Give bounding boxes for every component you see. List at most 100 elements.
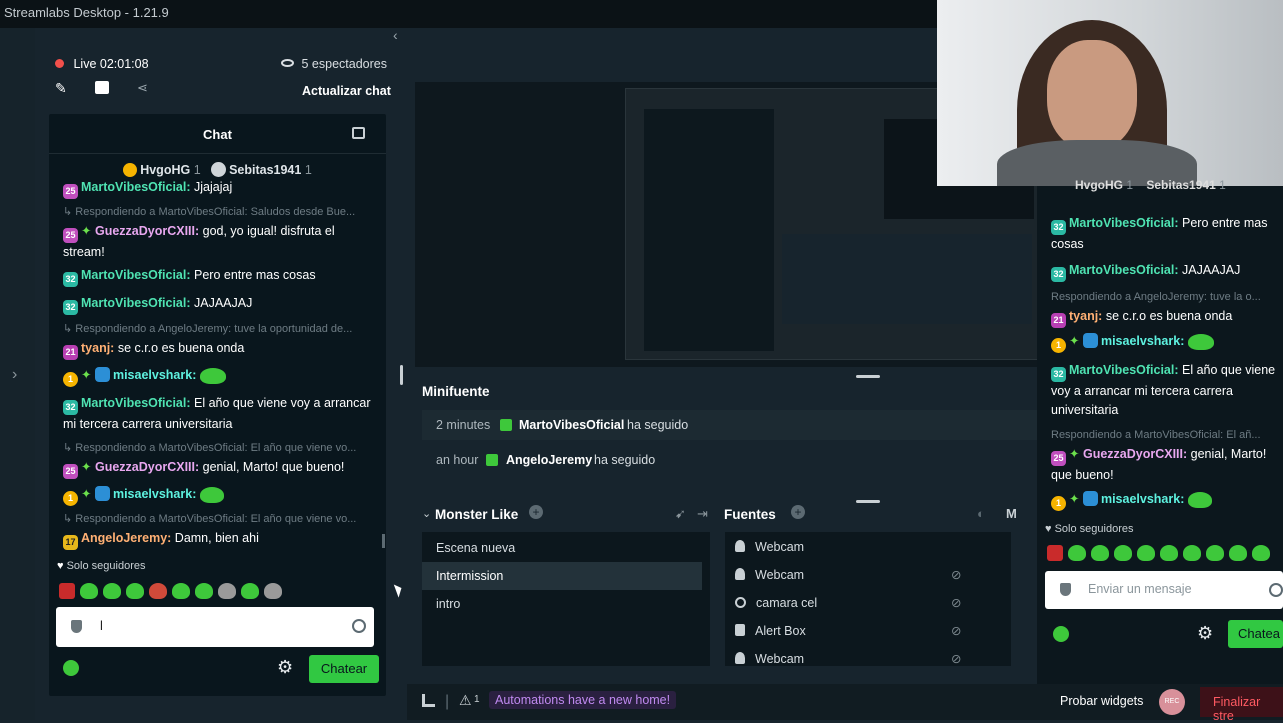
sparkle-badge-icon: ✦ [1069,492,1080,506]
reply-text: Respondiendo a MartoVibesOficial: El añ.… [1051,429,1261,441]
chat-scrollbar[interactable] [382,534,385,548]
overlay-top-users: HvgoHG 1 Sebitas1941 1 [1075,178,1283,192]
rank-silver-icon [211,162,227,177]
emote-icon [1091,544,1109,561]
reply-text: Respondiendo a MartoVibesOficial: El año… [75,442,357,454]
hidden-eye-icon[interactable]: ⊘ [951,623,961,638]
emote-icon[interactable] [149,582,167,599]
source-item[interactable]: Webcam ⊘ [725,562,1011,590]
reply-context: ↳ Respondiendo a AngeloJeremy: tuve la o… [63,323,353,335]
gold-badge-icon: 1 [63,491,78,506]
event-time: 2 minutes [436,418,491,432]
expand-arrow-icon[interactable]: › [12,366,17,384]
edit-pencil-icon[interactable]: ✎ [55,80,67,97]
source-label: Webcam [755,568,805,582]
chat-input-value[interactable]: l [100,618,103,633]
emote-icon[interactable] [172,582,190,599]
emote-icon [1137,544,1155,561]
webcam-source-icon [735,568,745,580]
emote-icon[interactable] [126,582,144,599]
pin-icon[interactable]: ➹ [675,506,686,522]
nested-chat-image [644,109,774,351]
gear-icon[interactable]: ⚙ [277,657,293,678]
source-label: Alert Box [755,624,806,638]
alert-triangle-icon[interactable]: ⚠ [459,692,472,709]
hidden-eye-icon[interactable]: ⊘ [951,651,961,666]
send-chat-button[interactable]: Chatear [309,655,379,683]
source-item[interactable]: camara cel ⊘ [725,590,1011,618]
end-stream-button[interactable]: Finalizar stre [1200,687,1283,723]
shield-icon[interactable] [71,620,82,633]
try-widgets-button[interactable]: Probar widgets [1060,694,1143,708]
chat-username: tyanj: [1069,309,1103,323]
emote-icon[interactable] [218,582,236,599]
chat-message: 1 ✦ misaelvshark: [63,366,373,387]
gift-icon[interactable] [352,127,365,139]
alert-count: 1 [474,694,480,705]
emote-icon[interactable] [59,582,75,599]
hidden-eye-icon[interactable]: ⊘ [951,595,961,610]
shield-icon [1060,583,1071,596]
chat-text: Pero entre mas cosas [190,268,316,282]
overlay-top-user-2-count: 1 [1219,178,1226,192]
gold-badge-icon: 1 [1051,338,1066,353]
share-icon[interactable]: ⋖ [137,80,148,96]
source-item[interactable]: Alert Box ⊘ [725,618,1011,646]
hidden-eye-icon[interactable]: ⊘ [951,567,961,582]
chat-message: 25 MartoVibesOficial: Jjajajaj [63,178,373,199]
top-user-1: HvgoHG [140,163,191,177]
emote-icon[interactable] [241,582,259,599]
emote-icon[interactable] [103,582,121,599]
scene-item-selected[interactable]: Intermission [422,562,702,590]
stats-icon[interactable] [422,694,435,707]
overlay-followers-only: ♥ Solo seguidores [1045,523,1133,535]
mini-feed: Minifuente 2 minutes MartoVibesOficial h… [415,379,1037,495]
subscriber-badge-icon: 25 [63,464,78,479]
subscriber-badge-icon: 25 [1051,451,1066,466]
emote-icon [1160,544,1178,561]
emote-icon[interactable] [80,582,98,599]
chat-header: Chat [49,114,386,154]
divider: | [445,693,450,710]
feed-event-row[interactable]: an hour AngeloJeremy ha seguido [422,445,1037,475]
person-face [1047,40,1137,150]
scene-collection-title[interactable]: Monster Like [435,507,518,522]
emote-icon[interactable] [195,582,213,599]
transition-icon[interactable]: ⇥ [697,506,708,522]
record-button[interactable]: REC [1159,689,1185,715]
overlay-top-user-1-count: 1 [1126,178,1134,192]
add-scene-icon[interactable]: + [529,505,543,519]
subscriber-badge-icon: 32 [1051,220,1066,235]
overlay-top-user-2: Sebitas1941 [1146,178,1216,192]
chevron-down-icon[interactable]: ⌄ [422,507,431,520]
top-users-bar: HvgoHG 1 Sebitas1941 1 [49,162,386,177]
scene-item[interactable]: Escena nueva [422,534,702,562]
gold-badge-icon: 1 [1051,496,1066,511]
resize-handle[interactable] [400,365,403,385]
collapse-arrow-icon[interactable]: ‹ [393,27,398,43]
overlay-chat-message: 32 MartoVibesOficial: El año que viene vo… [1051,361,1283,420]
emoji-icon[interactable] [352,619,366,633]
overlay-chat-message: 1 ✦ misaelvshark: [1051,332,1283,353]
event-action: ha seguido [627,418,689,432]
source-item[interactable]: Webcam [725,534,1011,562]
audio-mixer-icon[interactable]: ◐ [977,506,985,521]
chat-username: MartoVibesOficial: [1069,263,1179,277]
scene-item[interactable]: intro [422,590,702,618]
chat-username: misaelvshark: [112,487,197,501]
feed-event-row[interactable]: 2 minutes MartoVibesOficial ha seguido [422,410,1037,440]
emote-bar [59,582,329,600]
emote-icon[interactable] [264,582,282,599]
reply-text: Respondiendo a AngeloJeremy: tuve la opo… [75,323,353,335]
chat-username: MartoVibesOficial: [1069,363,1179,377]
share-stream-icon[interactable] [95,81,109,94]
followers-only-text: Solo seguidores [66,560,146,572]
automations-notice[interactable]: Automations have a new home! [489,691,677,709]
resize-handle[interactable] [856,375,880,378]
chat-message: ↳ Respondiendo a MartoVibesOficial: El a… [63,439,373,479]
refresh-chat-button[interactable]: Actualizar chat [302,84,391,98]
chat-input[interactable]: l [56,607,374,647]
source-item[interactable]: Webcam ⊘ [725,646,1011,674]
add-source-icon[interactable]: + [791,505,805,519]
top-user-2-count: 1 [304,163,312,177]
